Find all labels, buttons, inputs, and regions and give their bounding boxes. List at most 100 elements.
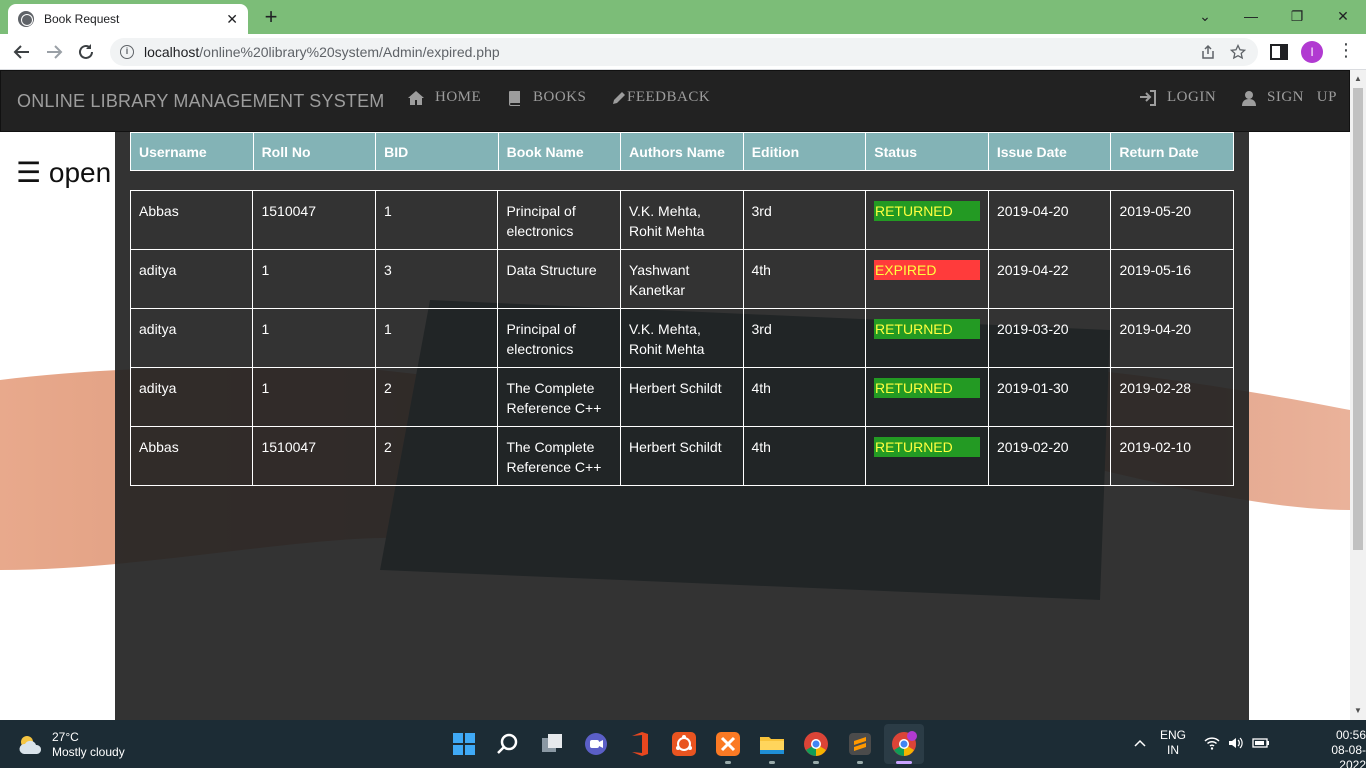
header-bid: BID xyxy=(375,132,499,171)
running-indicator xyxy=(857,761,863,764)
forward-button[interactable] xyxy=(42,40,66,64)
chrome-icon[interactable] xyxy=(802,730,830,758)
site-info-icon[interactable]: i xyxy=(120,45,134,59)
header-issue-date: Issue Date xyxy=(987,132,1112,171)
nav-books-link[interactable]: BOOKS xyxy=(507,89,586,106)
scrollbar-thumb[interactable] xyxy=(1353,88,1363,550)
new-tab-button[interactable]: + xyxy=(260,4,282,30)
language-top: ENG xyxy=(1160,728,1187,742)
header-status: Status xyxy=(865,132,989,171)
url-path: /online%20library%20system/Admin/expired… xyxy=(199,44,500,60)
bookmark-star-icon[interactable] xyxy=(1228,42,1248,62)
cell-issue-date: 2019-04-22 xyxy=(987,249,1112,309)
volume-icon[interactable] xyxy=(1228,736,1244,750)
scroll-down-arrow-icon[interactable]: ▼ xyxy=(1354,706,1362,715)
cell-username: aditya xyxy=(129,249,254,309)
close-window-button[interactable]: ✕ xyxy=(1320,0,1366,32)
nav-feedback-link[interactable]: FEEDBACK xyxy=(611,89,710,106)
file-explorer-icon[interactable] xyxy=(758,730,786,758)
cell-roll-no: 1510047 xyxy=(252,190,376,250)
login-icon xyxy=(1140,89,1156,106)
sublime-text-icon[interactable] xyxy=(846,730,874,758)
table-row: Abbas 1510047 1 Principal of electronics… xyxy=(129,190,1234,250)
cell-authors-name: V.K. Mehta, Rohit Mehta xyxy=(619,308,744,368)
home-icon xyxy=(408,90,424,105)
cell-book-name: The Complete Reference C++ xyxy=(497,367,621,427)
search-icon[interactable] xyxy=(494,730,522,758)
nav-signup-label: SIGN UP xyxy=(1267,89,1337,105)
browser-tab-strip: Book Request ✕ + ⌄ — ❐ ✕ xyxy=(0,0,1366,34)
cell-username: Abbas xyxy=(129,190,254,250)
header-return-date: Return Date xyxy=(1110,132,1234,171)
status-badge: RETURNED xyxy=(873,437,980,457)
address-toolbar: i localhost/online%20library%20system/Ad… xyxy=(0,34,1366,70)
wifi-icon[interactable] xyxy=(1204,736,1220,750)
cell-roll-no: 1 xyxy=(252,308,376,368)
browser-tab[interactable]: Book Request ✕ xyxy=(8,4,248,34)
user-icon xyxy=(1242,90,1256,106)
nav-home-link[interactable]: HOME xyxy=(407,89,481,106)
cell-book-name: Data Structure xyxy=(497,249,621,309)
cell-status: RETURNED xyxy=(864,367,989,427)
table-header: Username Roll No BID Book Name Authors N… xyxy=(130,132,1234,171)
site-brand[interactable]: ONLINE LIBRARY MANAGEMENT SYSTEM xyxy=(17,91,385,112)
profile-avatar[interactable]: I xyxy=(1301,41,1323,63)
task-view-icon[interactable] xyxy=(538,730,566,758)
windows-start-icon[interactable] xyxy=(450,730,478,758)
header-book-name: Book Name xyxy=(497,132,622,171)
nav-feedback-label: FEEDBACK xyxy=(627,89,711,105)
nav-login-link[interactable]: LOGIN xyxy=(1139,89,1216,106)
back-arrow-icon xyxy=(13,45,29,59)
header-row: Username Roll No BID Book Name Authors N… xyxy=(130,132,1234,171)
cell-bid: 2 xyxy=(374,367,499,427)
ubuntu-icon[interactable] xyxy=(670,730,698,758)
status-badge: EXPIRED xyxy=(873,260,980,280)
book-request-table: Abbas 1510047 1 Principal of electronics… xyxy=(129,190,1234,486)
url-bar[interactable]: i localhost/online%20library%20system/Ad… xyxy=(110,38,1258,66)
tab-search-button[interactable]: ⌄ xyxy=(1182,0,1228,32)
cell-username: Abbas xyxy=(129,426,254,486)
header-roll-no: Roll No xyxy=(252,132,377,171)
cell-book-name: Principal of electronics xyxy=(497,308,621,368)
open-sidenav-button[interactable]: ☰ open xyxy=(16,156,111,189)
forward-arrow-icon xyxy=(47,45,63,59)
chrome-profile-icon[interactable] xyxy=(890,730,918,758)
cell-return-date: 2019-05-16 xyxy=(1110,249,1234,309)
status-badge: RETURNED xyxy=(873,319,980,339)
side-panel-icon[interactable] xyxy=(1270,42,1288,62)
cell-roll-no: 1510047 xyxy=(252,426,376,486)
office-icon[interactable] xyxy=(626,730,654,758)
language-indicator[interactable]: ENG IN xyxy=(1160,728,1186,758)
cell-roll-no: 1 xyxy=(252,367,376,427)
cell-authors-name: Yashwant Kanetkar xyxy=(619,249,744,309)
weather-widget[interactable]: 27°C Mostly cloudy xyxy=(18,730,125,760)
chevron-up-icon[interactable] xyxy=(1134,738,1146,748)
clock-date: 08-08-2022 xyxy=(1331,743,1366,772)
browser-menu-icon[interactable]: ⋮ xyxy=(1337,40,1355,61)
minimize-button[interactable]: — xyxy=(1228,0,1274,32)
cell-edition: 4th xyxy=(742,249,866,309)
back-button[interactable] xyxy=(10,40,34,64)
reload-button[interactable] xyxy=(74,40,98,64)
cell-username: aditya xyxy=(129,308,254,368)
table-row: Abbas 1510047 2 The Complete Reference C… xyxy=(129,426,1234,486)
restore-button[interactable]: ❐ xyxy=(1274,0,1320,32)
pencil-icon xyxy=(613,91,625,104)
cell-status: RETURNED xyxy=(864,190,989,250)
page-scrollbar[interactable]: ▲ ▼ xyxy=(1350,70,1366,720)
windows-taskbar: 27°C Mostly cloudy ENG IN 00:56 08-08-20… xyxy=(0,720,1366,772)
clock-time: 00:56 xyxy=(1335,728,1366,742)
header-authors-name: Authors Name xyxy=(620,132,744,171)
nav-signup-link[interactable]: SIGN UP xyxy=(1241,89,1337,106)
cell-bid: 2 xyxy=(374,426,499,486)
reload-icon xyxy=(79,44,93,59)
clock[interactable]: 00:56 08-08-2022 xyxy=(1308,728,1366,773)
battery-icon[interactable] xyxy=(1252,736,1270,750)
teams-chat-icon[interactable] xyxy=(582,730,610,758)
scroll-up-arrow-icon[interactable]: ▲ xyxy=(1354,74,1362,83)
xampp-icon[interactable] xyxy=(714,730,742,758)
share-icon[interactable] xyxy=(1198,42,1218,62)
tab-close-button[interactable]: ✕ xyxy=(226,11,238,28)
url-text[interactable]: localhost/online%20library%20system/Admi… xyxy=(144,44,1198,60)
cell-bid: 3 xyxy=(374,249,499,309)
